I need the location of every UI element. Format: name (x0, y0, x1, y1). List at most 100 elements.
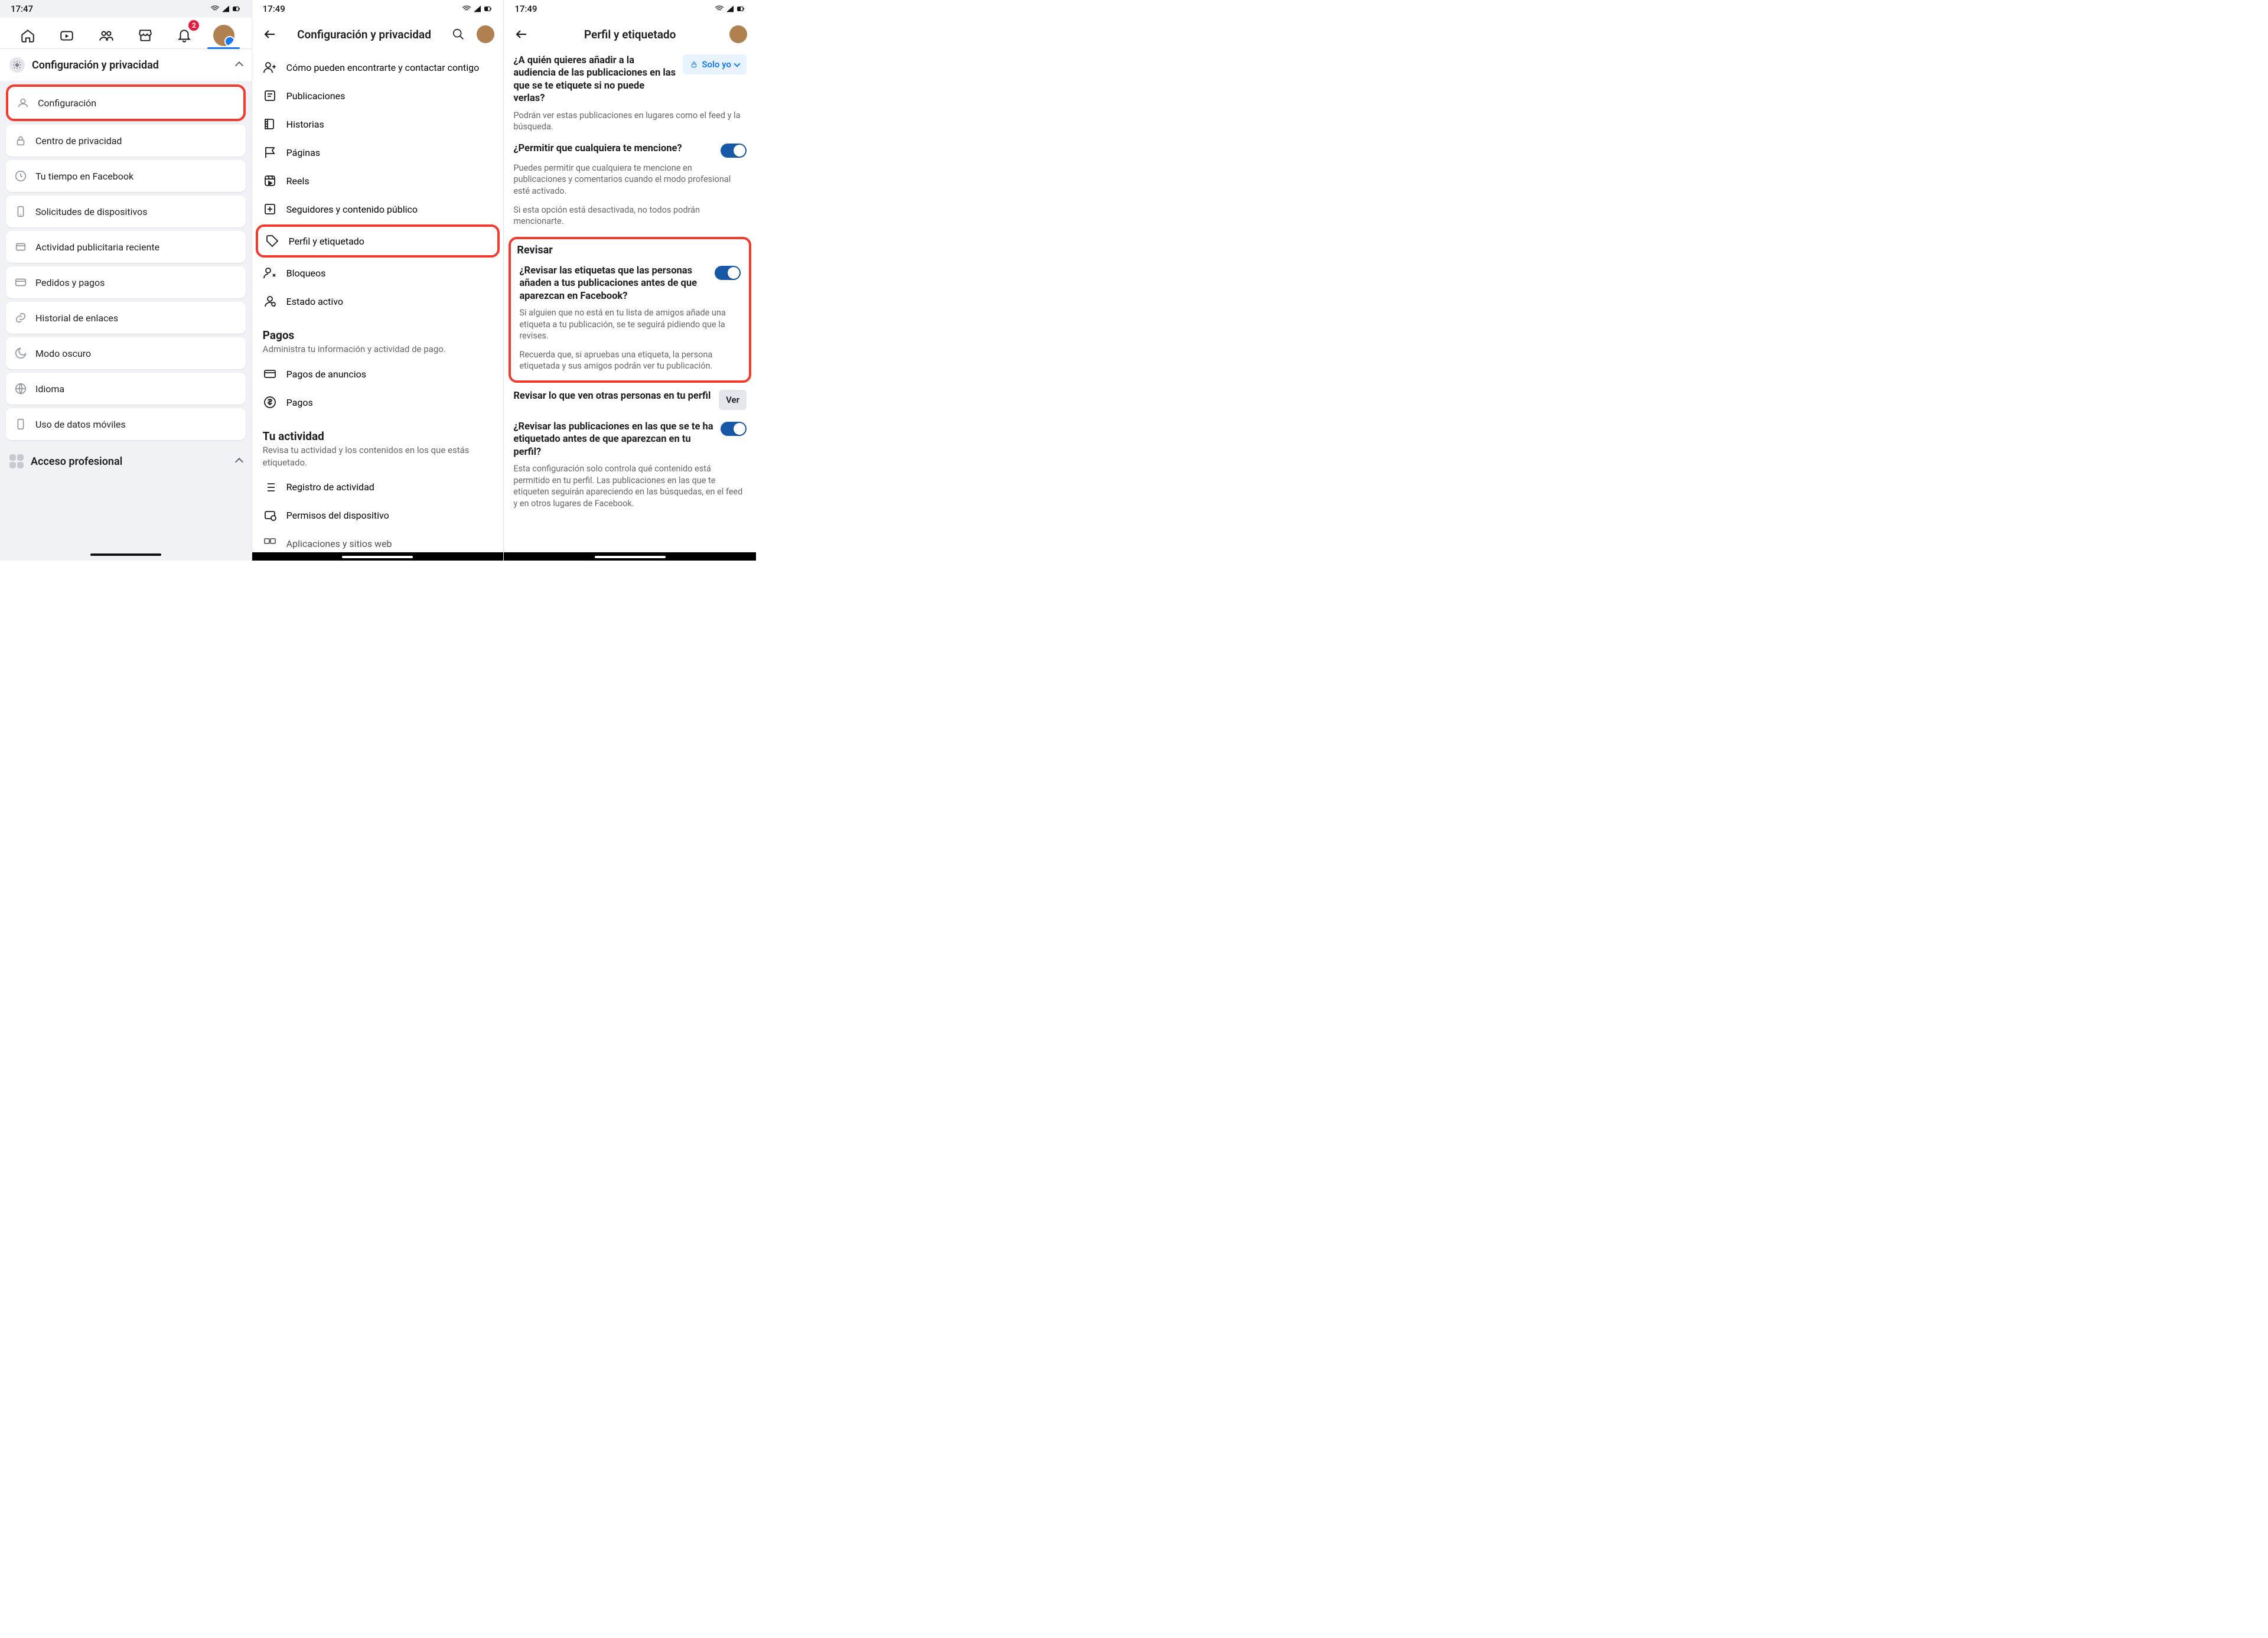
item-label: Bloqueos (286, 268, 326, 279)
audience-selector[interactable]: Solo yo (683, 54, 747, 74)
search-button[interactable] (448, 24, 469, 45)
item-label: Historias (286, 119, 324, 130)
wifi-icon (210, 4, 220, 14)
settings-privacy-header[interactable]: Configuración y privacidad (0, 49, 252, 81)
q-mention: ¿Permitir que cualquiera te mencione? (511, 139, 749, 161)
tab-watch[interactable] (47, 22, 86, 48)
review-tagged-toggle[interactable] (721, 422, 747, 436)
item-label: Registro de actividad (286, 481, 374, 493)
item-historias[interactable]: Historias (252, 110, 504, 138)
menu-label: Modo oscuro (35, 348, 91, 359)
menu-item-modo-oscuro[interactable]: Modo oscuro (6, 337, 246, 369)
section-pagos-header: Pagos Administra tu información y activi… (252, 318, 504, 357)
clock-icon (14, 170, 27, 183)
menu-item-idioma[interactable]: Idioma (6, 373, 246, 405)
signal-icon (221, 4, 230, 14)
device-icon (14, 205, 27, 218)
item-label: Permisos del dispositivo (286, 510, 389, 521)
review-tags-toggle[interactable] (715, 266, 741, 280)
item-paginas[interactable]: Páginas (252, 138, 504, 167)
nav-bar (252, 552, 504, 561)
profile-button[interactable] (728, 24, 749, 45)
audience-value: Solo yo (702, 59, 731, 70)
section-title: Tu actividad (263, 429, 493, 443)
status-bar: 17:49 (252, 0, 504, 18)
page-title: Configuración y privacidad (286, 28, 442, 41)
menu-item-actividad-publicitaria[interactable]: Actividad publicitaria reciente (6, 231, 246, 263)
active-status-icon (263, 294, 277, 308)
menu-item-tiempo[interactable]: Tu tiempo en Facebook (6, 160, 246, 192)
tab-marketplace[interactable] (126, 22, 165, 48)
description-text: Si alguien que no está en tu lista de am… (517, 306, 743, 348)
watch-icon (59, 28, 74, 43)
battery-icon (736, 4, 745, 14)
subheader: Perfil y etiquetado (504, 18, 756, 51)
list-icon (263, 480, 277, 494)
menu-label: Configuración (38, 97, 96, 109)
question-text: ¿Permitir que cualquiera te mencione? (513, 142, 715, 155)
item-como-encontrarte[interactable]: Cómo pueden encontrarte y contactar cont… (252, 53, 504, 82)
globe-icon (14, 382, 27, 395)
top-tab-bar: 2 (0, 18, 252, 49)
avatar (477, 25, 494, 43)
item-perfil-etiquetado[interactable]: Perfil y etiquetado (258, 228, 498, 254)
tab-home[interactable] (8, 22, 47, 48)
tab-notifications[interactable]: 2 (165, 22, 204, 48)
device-permission-icon (263, 509, 277, 523)
description-text: Si esta opción está desactivada, no todo… (511, 203, 749, 233)
stories-icon (263, 117, 277, 131)
profile-settings-icon (17, 96, 30, 109)
item-label: Perfil y etiquetado (289, 236, 364, 247)
q-audience: ¿A quién quieres añadir a la audiencia d… (511, 51, 749, 109)
menu-item-pedidos[interactable]: Pedidos y pagos (6, 266, 246, 298)
tab-friends[interactable] (87, 22, 126, 48)
menu-label: Tu tiempo en Facebook (35, 171, 133, 182)
signal-icon (472, 4, 482, 14)
menu-item-configuracion[interactable]: Configuración (6, 84, 246, 121)
panel-perfil-etiquetado: 17:49 Perfil y etiquetado ¿A quién quier… (504, 0, 756, 561)
item-pagos-anuncios[interactable]: Pagos de anuncios (252, 360, 504, 388)
item-label: Cómo pueden encontrarte y contactar cont… (286, 62, 480, 73)
back-button[interactable] (511, 24, 532, 45)
card-icon (263, 367, 277, 381)
back-arrow-icon (514, 27, 529, 41)
friends-icon (99, 28, 114, 43)
item-pagos[interactable]: Pagos (252, 388, 504, 416)
chevron-up-icon (236, 60, 242, 71)
chevron-up-icon (236, 456, 242, 467)
question-text: ¿Revisar las publicaciones en las que se… (513, 421, 715, 458)
item-bloqueos[interactable]: Bloqueos (252, 259, 504, 287)
section-title: Acceso profesional (31, 455, 229, 468)
back-button[interactable] (259, 24, 281, 45)
item-estado-activo[interactable]: Estado activo (252, 287, 504, 315)
section-heading: Revisar (517, 244, 743, 256)
mention-toggle[interactable] (721, 144, 747, 158)
status-time: 17:49 (514, 4, 537, 14)
review-highlight-box: Revisar ¿Revisar las etiquetas que las p… (509, 237, 751, 383)
item-permisos-dispositivo[interactable]: Permisos del dispositivo (252, 502, 504, 530)
tab-menu[interactable] (204, 22, 243, 48)
item-registro-actividad[interactable]: Registro de actividad (252, 473, 504, 502)
settings-privacy-title: Configuración y privacidad (32, 59, 229, 71)
item-label: Publicaciones (286, 90, 346, 102)
item-label: Pagos de anuncios (286, 369, 366, 380)
profile-button[interactable] (475, 24, 496, 45)
apps-icon (263, 537, 277, 551)
item-publicaciones[interactable]: Publicaciones (252, 82, 504, 110)
menu-item-datos-moviles[interactable]: Uso de datos móviles (6, 408, 246, 440)
back-arrow-icon (263, 27, 277, 41)
item-reels[interactable]: Reels (252, 167, 504, 195)
menu-item-historial-enlaces[interactable]: Historial de enlaces (6, 302, 246, 334)
person-plus-icon (263, 60, 277, 74)
status-bar: 17:49 (504, 0, 756, 18)
acceso-profesional-header[interactable]: Acceso profesional (0, 446, 252, 477)
menu-item-centro-privacidad[interactable]: Centro de privacidad (6, 125, 246, 157)
avatar (213, 25, 234, 46)
description-text: Recuerda que, si apruebas una etiqueta, … (517, 348, 743, 378)
item-seguidores[interactable]: Seguidores y contenido público (252, 195, 504, 223)
menu-item-dispositivos[interactable]: Solicitudes de dispositivos (6, 196, 246, 227)
ver-button[interactable]: Ver (719, 390, 747, 410)
item-label: Aplicaciones y sitios web (286, 538, 392, 549)
status-icons (210, 4, 241, 14)
item-label: Estado activo (286, 296, 343, 307)
